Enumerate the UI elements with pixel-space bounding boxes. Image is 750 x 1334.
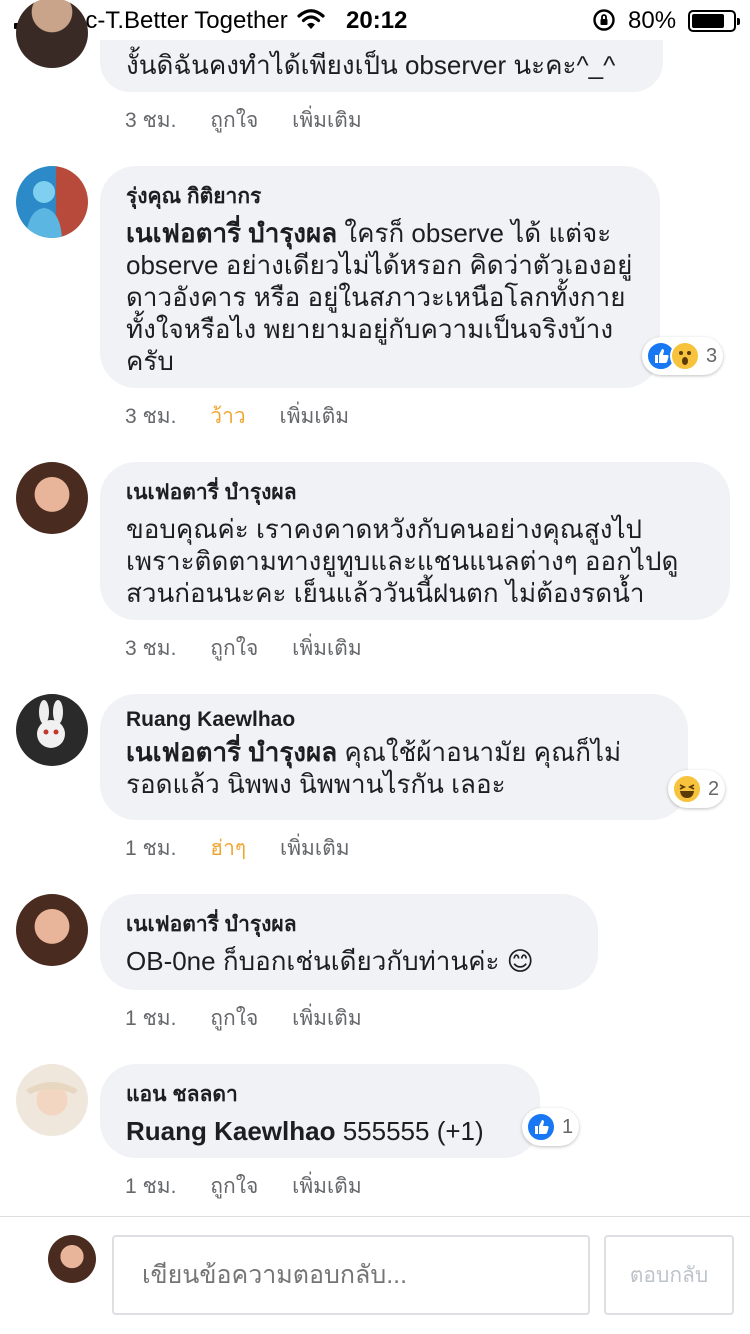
haha-reaction-button[interactable]: ฮ่าๆ <box>210 837 246 860</box>
comment-actions: 3 ชม. ถูกใจ เพิ่มเติม <box>125 104 390 137</box>
comment-author[interactable]: รุ่งคุณ กิติยากร <box>126 180 634 213</box>
mention-link[interactable]: เนเฟอตารี่ บำรุงผล <box>126 218 337 248</box>
comment-actions: 3 ชม. ถูกใจ เพิ่มเติม <box>125 632 390 665</box>
more-button[interactable]: เพิ่มเติม <box>280 837 350 860</box>
avatar[interactable] <box>16 894 88 966</box>
more-button[interactable]: เพิ่มเติม <box>292 1007 362 1030</box>
reply-composer: ตอบกลับ <box>0 1216 750 1334</box>
like-icon <box>526 1112 556 1142</box>
reaction-count: 2 <box>708 777 720 800</box>
comment-author[interactable]: เนเฟอตารี่ บำรุงผล <box>126 908 572 941</box>
current-user-avatar <box>48 1235 96 1283</box>
reply-input[interactable] <box>112 1235 590 1315</box>
avatar[interactable] <box>16 0 88 68</box>
comment-timestamp: 3 ชม. <box>125 109 177 132</box>
avatar-figure-icon <box>26 181 62 238</box>
comment-timestamp: 3 ชม. <box>125 637 177 660</box>
comment-bubble: งั้นดิฉันคงทำได้เพียงเป็น observer นะคะ^… <box>100 40 663 92</box>
comment-bubble: เนเฟอตารี่ บำรุงผล OB-0ne ก็บอกเช่นเดียว… <box>100 894 598 990</box>
haha-icon <box>672 774 702 804</box>
like-button[interactable]: ถูกใจ <box>210 1007 258 1030</box>
status-bar: dtac-T.Better Together 20:12 80% <box>0 0 750 40</box>
reaction-summary[interactable]: 1 <box>522 1108 580 1146</box>
comment-text-content: 555555 (+1) <box>335 1116 484 1146</box>
wow-reaction-button[interactable]: ว้าว <box>210 405 245 428</box>
comment-bubble: เนเฟอตารี่ บำรุงผล ขอบคุณค่ะ เราคงคาดหวั… <box>100 462 730 620</box>
comment-bubble: รุ่งคุณ กิติยากร เนเฟอตารี่ บำรุงผล ใครก… <box>100 166 660 388</box>
clock: 20:12 <box>346 7 408 34</box>
comment-text: เนเฟอตารี่ บำรุงผล คุณใช้ผ้าอนามัย คุณก็… <box>126 736 662 800</box>
reaction-summary[interactable]: 2 <box>668 770 726 808</box>
avatar-rabbit-icon <box>37 700 65 748</box>
like-button[interactable]: ถูกใจ <box>210 637 258 660</box>
avatar[interactable] <box>16 462 88 534</box>
comment-bubble: Ruang Kaewlhao เนเฟอตารี่ บำรุงผล คุณใช้… <box>100 694 688 820</box>
like-button[interactable]: ถูกใจ <box>210 1175 258 1198</box>
comment-timestamp: 1 ชม. <box>125 837 177 860</box>
comment-bubble: แอน ชลลดา Ruang Kaewlhao 555555 (+1) <box>100 1064 540 1158</box>
reply-button[interactable]: ตอบกลับ <box>604 1235 734 1315</box>
comment-timestamp: 3 ชม. <box>125 405 177 428</box>
more-button[interactable]: เพิ่มเติม <box>292 1175 362 1198</box>
comment-text: งั้นดิฉันคงทำได้เพียงเป็น observer นะคะ^… <box>126 50 616 80</box>
wow-icon <box>670 341 700 371</box>
comment-actions: 1 ชม. ถูกใจ เพิ่มเติม <box>125 1002 390 1035</box>
like-button[interactable]: ถูกใจ <box>210 109 258 132</box>
reaction-count: 3 <box>706 344 718 367</box>
battery-icon <box>688 10 740 32</box>
battery-fill <box>692 14 724 28</box>
comment-author[interactable]: Ruang Kaewlhao <box>126 708 662 732</box>
comment-actions: 1 ชม. ถูกใจ เพิ่มเติม <box>125 1170 390 1203</box>
reaction-summary[interactable]: 3 <box>642 337 724 375</box>
rotation-lock-icon <box>593 9 615 31</box>
comment-actions: 3 ชม. ว้าว เพิ่มเติม <box>125 400 377 433</box>
avatar[interactable] <box>16 166 88 238</box>
battery-percent: 80% <box>628 7 677 34</box>
avatar[interactable] <box>16 1064 88 1136</box>
comment-timestamp: 1 ชม. <box>125 1007 177 1030</box>
more-button[interactable]: เพิ่มเติม <box>292 637 362 660</box>
comment-text: OB-0ne ก็บอกเช่นเดียวกับท่านค่ะ 😊 <box>126 946 534 976</box>
mention-link[interactable]: Ruang Kaewlhao <box>126 1116 335 1146</box>
comment-author[interactable]: เนเฟอตารี่ บำรุงผล <box>126 476 704 509</box>
comment-timestamp: 1 ชม. <box>125 1175 177 1198</box>
reaction-count: 1 <box>562 1115 574 1138</box>
avatar[interactable] <box>16 694 88 766</box>
more-button[interactable]: เพิ่มเติม <box>292 109 362 132</box>
comment-text: เนเฟอตารี่ บำรุงผล ใครก็ observe ได้ แต่… <box>126 217 634 377</box>
comment-text: ขอบคุณค่ะ เราคงคาดหวังกับคนอย่างคุณสูงไป… <box>126 514 679 608</box>
comment-actions: 1 ชม. ฮ่าๆ เพิ่มเติม <box>125 832 378 865</box>
mention-link[interactable]: เนเฟอตารี่ บำรุงผล <box>126 737 337 767</box>
more-button[interactable]: เพิ่มเติม <box>280 405 350 428</box>
wifi-icon <box>297 9 325 29</box>
comment-text: Ruang Kaewlhao 555555 (+1) <box>126 1115 514 1147</box>
battery-nub <box>737 18 740 25</box>
avatar-visor-icon <box>26 1082 78 1094</box>
comment-author[interactable]: แอน ชลลดา <box>126 1078 514 1111</box>
